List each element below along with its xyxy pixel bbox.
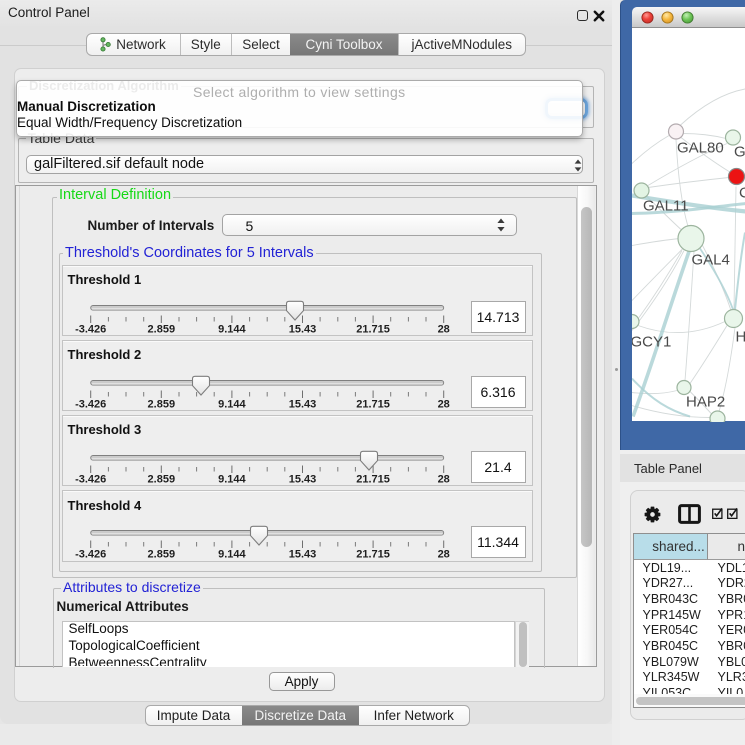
svg-text:28: 28 <box>438 473 450 485</box>
svg-text:9.144: 9.144 <box>218 549 246 561</box>
svg-text:CY: CY <box>739 184 745 201</box>
svg-text:21.715: 21.715 <box>356 473 390 485</box>
svg-text:2.859: 2.859 <box>148 323 176 335</box>
svg-text:GA: GA <box>734 143 745 160</box>
svg-text:2.859: 2.859 <box>148 473 176 485</box>
svg-text:21.715: 21.715 <box>356 398 390 410</box>
svg-text:HA: HA <box>736 328 745 345</box>
svg-text:15.43: 15.43 <box>289 473 317 485</box>
svg-text:-3.426: -3.426 <box>75 473 106 485</box>
svg-text:28: 28 <box>438 549 450 561</box>
svg-text:GAL4: GAL4 <box>692 251 730 268</box>
svg-text:GAL80: GAL80 <box>677 139 724 156</box>
svg-text:GCY1: GCY1 <box>632 333 671 350</box>
svg-text:9.144: 9.144 <box>218 473 246 485</box>
svg-text:28: 28 <box>438 398 450 410</box>
svg-text:9.144: 9.144 <box>218 323 246 335</box>
svg-text:15.43: 15.43 <box>289 398 317 410</box>
svg-text:28: 28 <box>438 323 450 335</box>
svg-text:-3.426: -3.426 <box>75 549 106 561</box>
svg-text:GAL11: GAL11 <box>643 197 689 214</box>
svg-text:-3.426: -3.426 <box>75 323 106 335</box>
svg-text:9.144: 9.144 <box>218 398 246 410</box>
svg-text:2.859: 2.859 <box>148 398 176 410</box>
svg-text:2.859: 2.859 <box>148 549 176 561</box>
svg-text:15.43: 15.43 <box>289 323 317 335</box>
svg-text:21.715: 21.715 <box>356 549 390 561</box>
svg-text:HAP2: HAP2 <box>686 393 725 410</box>
svg-text:21.715: 21.715 <box>356 323 390 335</box>
svg-text:15.43: 15.43 <box>289 549 317 561</box>
svg-text:-3.426: -3.426 <box>75 398 106 410</box>
